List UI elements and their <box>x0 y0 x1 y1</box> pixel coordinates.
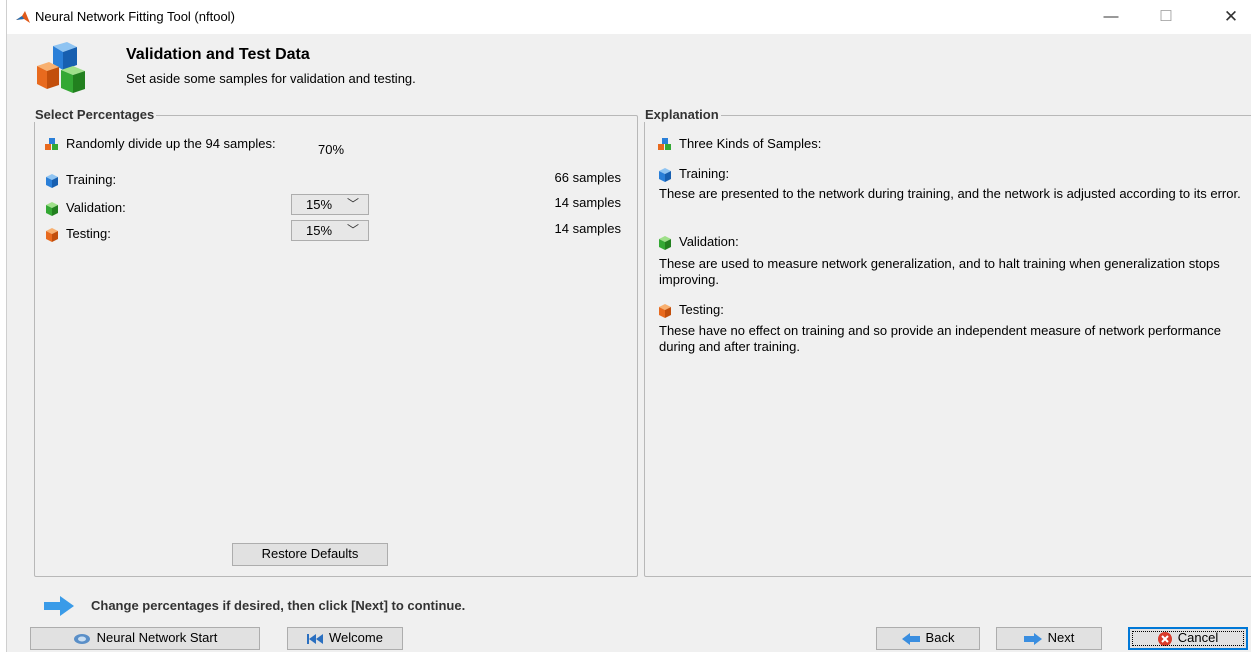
cancel-button[interactable]: Cancel <box>1128 627 1248 650</box>
panel-legend: Explanation <box>643 107 721 122</box>
testing-percent-dropdown[interactable]: 15% ﹀ <box>291 220 369 241</box>
neural-network-start-button[interactable]: Neural Network Start <box>30 627 260 650</box>
training-label: Training: <box>66 172 117 187</box>
validation-percent-value: 15% <box>306 197 333 212</box>
minimize-button[interactable]: — <box>1092 6 1130 28</box>
training-samples: 66 samples <box>554 170 621 185</box>
intro-label: Randomly divide up the 94 samples: <box>66 136 276 151</box>
window-title: Neural Network Fitting Tool (nftool) <box>35 9 235 24</box>
training-row: Training: <box>44 170 116 190</box>
randomly-divide-row: Randomly divide up the 94 samples: <box>44 134 276 154</box>
back-button[interactable]: Back <box>876 627 980 650</box>
validation-samples: 14 samples <box>554 195 621 210</box>
start-button-label: Neural Network Start <box>96 630 218 645</box>
matlab-logo-icon <box>16 11 30 23</box>
cancel-button-label: Cancel <box>1177 630 1219 645</box>
cubes-icon <box>658 137 671 150</box>
explanation-testing-heading: Testing: <box>657 300 724 320</box>
welcome-button[interactable]: Welcome <box>287 627 403 650</box>
orange-cube-icon <box>659 303 671 318</box>
explanation-intro: Three Kinds of Samples: <box>657 134 821 154</box>
explanation-testing-text: These have no effect on training and so … <box>659 323 1222 354</box>
heading-label: Validation: <box>679 234 739 249</box>
maximize-button[interactable]: ☐ <box>1147 6 1185 28</box>
cubes-icon <box>45 137 58 150</box>
validation-percent-dropdown[interactable]: 15% ﹀ <box>291 194 369 215</box>
testing-label: Testing: <box>66 226 111 241</box>
arrow-right-icon <box>44 596 74 616</box>
explanation-validation-heading: Validation: <box>657 232 739 252</box>
hint-text: Change percentages if desired, then clic… <box>91 598 466 613</box>
green-cube-icon <box>659 235 671 250</box>
explanation-training-text: These are presented to the network durin… <box>659 186 1241 201</box>
nftool-window: Neural Network Fitting Tool (nftool) — ☐… <box>6 0 1251 652</box>
close-button[interactable]: ✕ <box>1212 6 1250 28</box>
panel-legend: Select Percentages <box>33 107 157 122</box>
explanation-validation-text: These are used to measure network genera… <box>659 256 1220 287</box>
restore-defaults-button[interactable]: Restore Defaults <box>232 543 388 566</box>
cancel-x-icon <box>1157 631 1172 646</box>
explanation-intro-label: Three Kinds of Samples: <box>679 136 822 151</box>
back-button-label: Back <box>925 630 955 645</box>
next-button[interactable]: Next <box>996 627 1102 650</box>
heading-label: Testing: <box>679 302 724 317</box>
arrow-right-icon <box>1023 632 1042 645</box>
blue-cube-icon <box>46 173 58 188</box>
testing-samples: 14 samples <box>554 221 621 236</box>
heading-label: Training: <box>679 166 730 181</box>
page-subtitle: Set aside some samples for validation an… <box>126 71 416 86</box>
blue-cube-icon <box>659 167 671 182</box>
title-bar: Neural Network Fitting Tool (nftool) — ☐… <box>7 0 1251 34</box>
arrow-left-icon <box>901 632 920 645</box>
welcome-button-label: Welcome <box>329 630 383 645</box>
chevron-down-icon: ﹀ <box>346 197 359 211</box>
cubes-icon <box>37 42 85 93</box>
page-title: Validation and Test Data <box>126 46 310 63</box>
rewind-icon <box>307 633 324 644</box>
testing-row: Testing: <box>44 224 111 244</box>
next-button-label: Next <box>1047 630 1075 645</box>
training-percent: 70% <box>318 142 345 157</box>
orange-cube-icon <box>46 227 58 242</box>
testing-percent-value: 15% <box>306 223 333 238</box>
network-icon <box>73 633 90 644</box>
validation-row: Validation: <box>44 198 126 218</box>
explanation-training-heading: Training: <box>657 164 729 184</box>
validation-label: Validation: <box>66 200 126 215</box>
green-cube-icon <box>46 201 58 216</box>
chevron-down-icon: ﹀ <box>346 223 359 237</box>
